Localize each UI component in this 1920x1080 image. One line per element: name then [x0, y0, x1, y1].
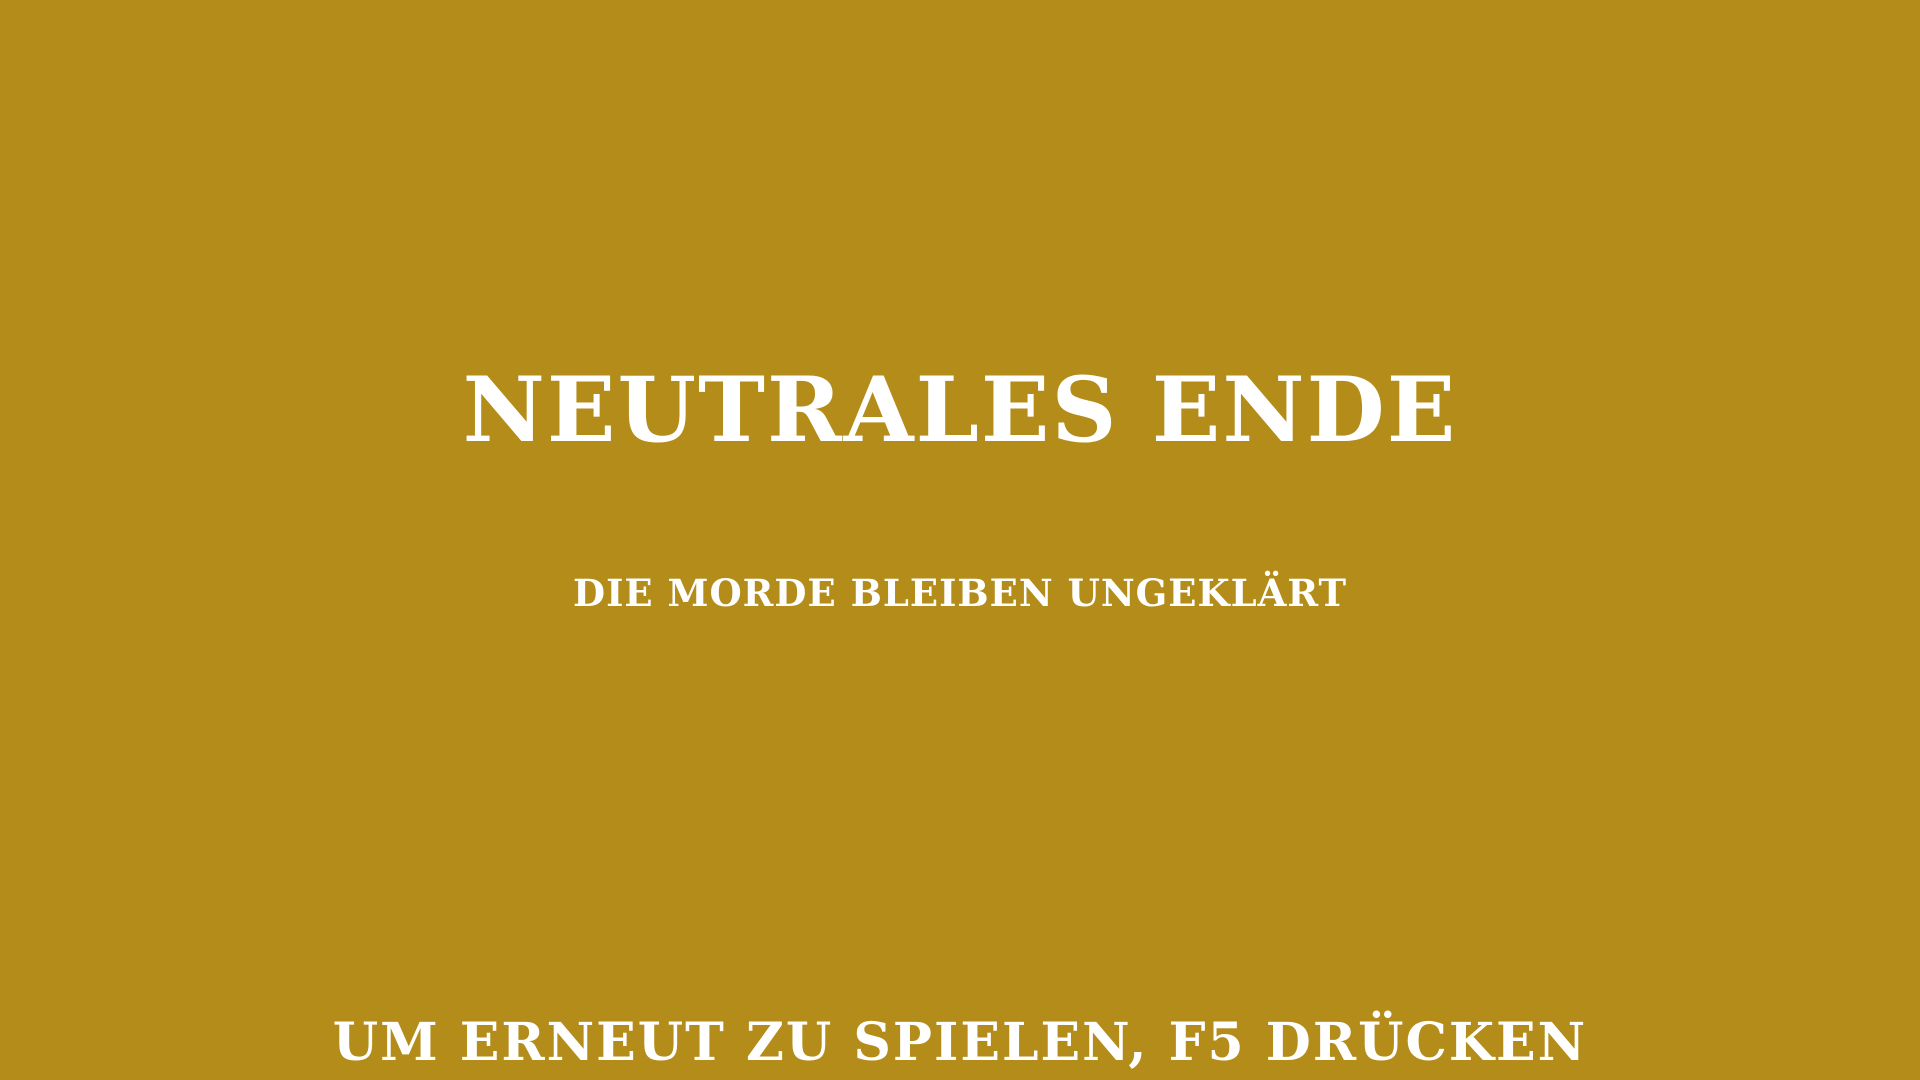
- ending-subtitle: DIE MORDE BLEIBEN UNGEKLÄRT: [573, 571, 1347, 615]
- ending-title: NEUTRALES ENDE: [462, 357, 1458, 463]
- restart-hint: UM ERNEUT ZU SPIELEN, F5 DRÜCKEN: [332, 1012, 1588, 1073]
- ending-screen: NEUTRALES ENDE DIE MORDE BLEIBEN UNGEKLÄ…: [0, 0, 1920, 1080]
